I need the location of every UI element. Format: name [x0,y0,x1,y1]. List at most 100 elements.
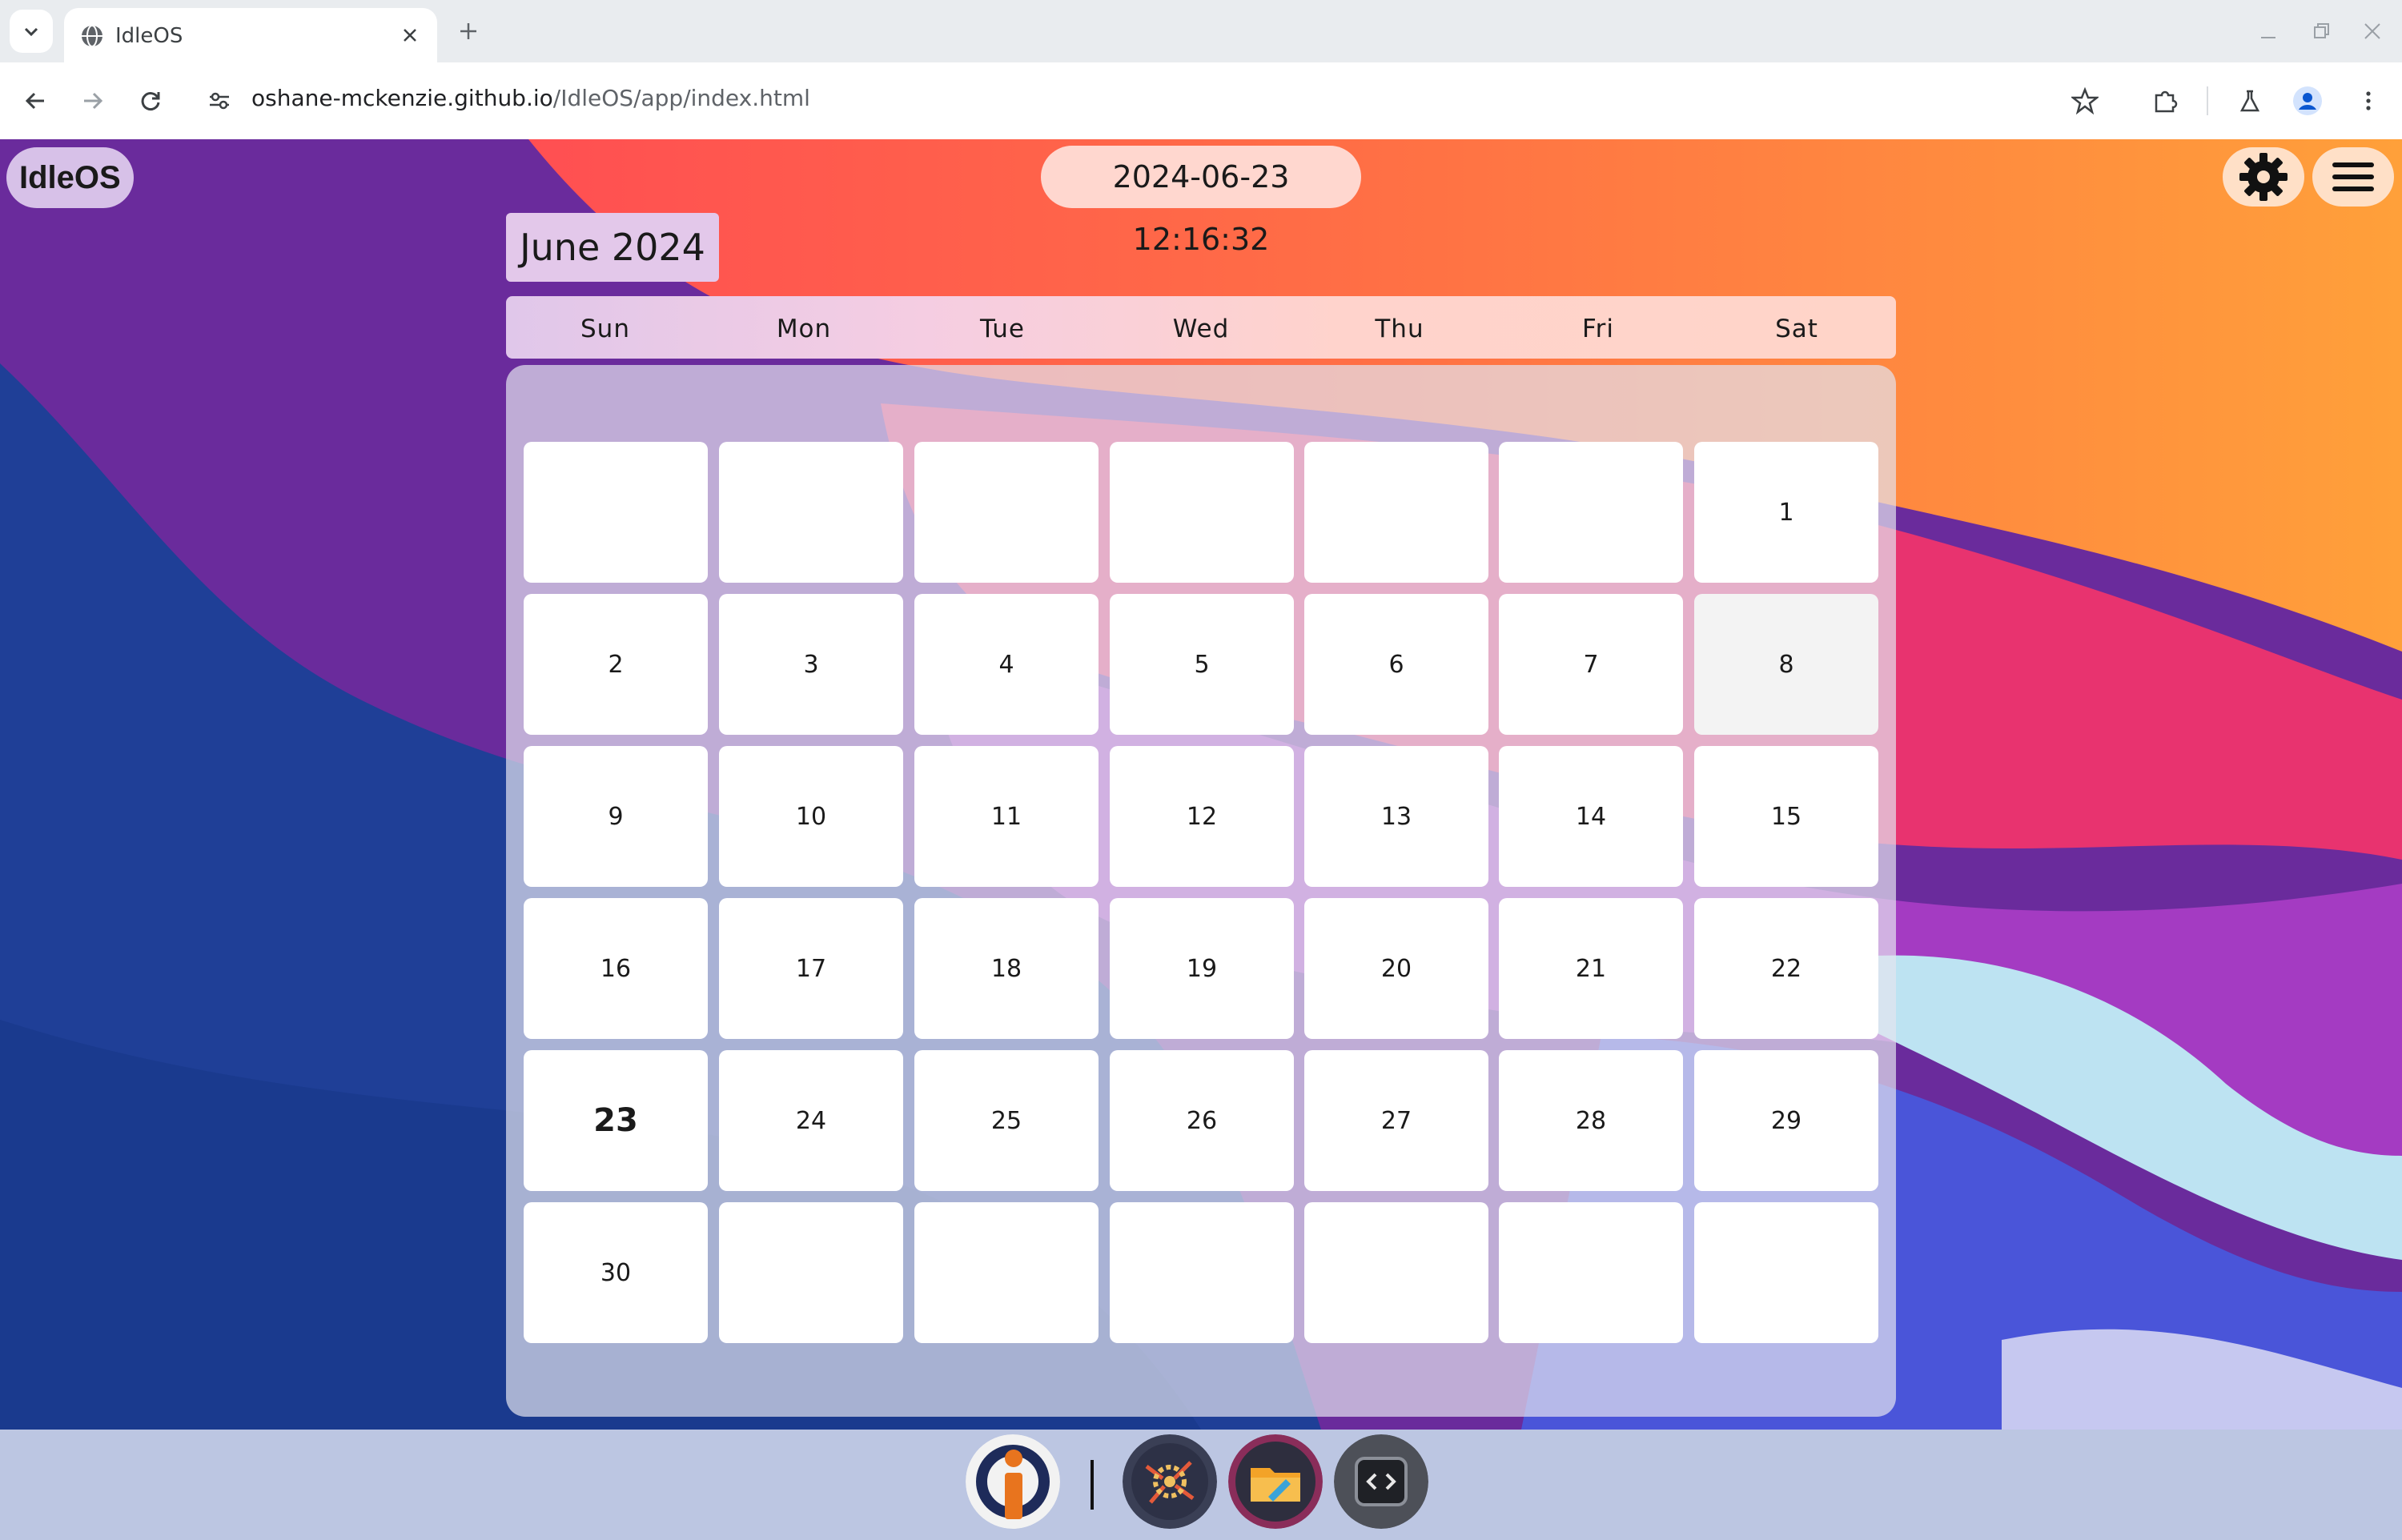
url-host: oshane-mckenzie.github.io [251,85,553,111]
reload-button[interactable] [131,82,170,120]
reload-icon [141,92,160,110]
calendar-empty-cell [1304,442,1488,583]
weekday-mon: Mon [776,315,832,343]
calendar-day-cell[interactable]: 18 [914,898,1099,1039]
calendar-day-cell[interactable]: 27 [1304,1050,1488,1191]
puzzle-icon [2155,90,2178,113]
calendar-day-cell[interactable]: 14 [1499,746,1683,887]
tab-title: IdleOS [115,24,183,48]
calendar-day-cell[interactable]: 11 [914,746,1099,887]
hamburger-menu-icon [2332,162,2374,191]
calendar-empty-cell [719,442,903,583]
calendar-day-cell[interactable]: 16 [524,898,708,1039]
settings-app-icon[interactable] [1123,1434,1217,1529]
calendar-day-cell[interactable]: 3 [719,594,903,735]
arrow-right-icon [84,92,103,110]
idleos-logo-icon[interactable] [966,1434,1060,1529]
forward-button[interactable] [74,82,112,120]
profile-button[interactable] [2288,82,2327,120]
calendar-day-cell[interactable]: 20 [1304,898,1488,1039]
labs-button[interactable] [2231,82,2269,120]
calendar-day-cell[interactable]: 1 [1694,442,1878,583]
calendar-day-cell[interactable]: 9 [524,746,708,887]
minimize-button[interactable] [2250,14,2287,48]
calendar-day-cell[interactable]: 17 [719,898,903,1039]
calendar-day-cell[interactable]: 30 [524,1202,708,1343]
arrow-left-icon [25,92,44,110]
calendar-empty-cell [1499,1202,1683,1343]
calendar-day-cell[interactable]: 15 [1694,746,1878,887]
extensions-button[interactable] [2146,82,2184,120]
calendar-day-cell[interactable]: 5 [1110,594,1294,735]
calendar-day-cell[interactable]: 2 [524,594,708,735]
calendar-day-cell[interactable]: 22 [1694,898,1878,1039]
weekday-sun: Sun [580,315,630,343]
calendar-weekday-header: Sun Mon Tue Wed Thu Fri Sat [506,296,1896,359]
calendar-day-cell[interactable]: 8 [1694,594,1878,735]
calendar-day-cell[interactable]: 7 [1499,594,1683,735]
calendar-day-cell[interactable]: 13 [1304,746,1488,887]
calendar-day-cell[interactable]: 24 [719,1050,903,1191]
weekday-sat: Sat [1775,315,1818,343]
avatar-icon [2293,86,2322,115]
calendar-empty-cell [1499,442,1683,583]
tune-icon [210,92,229,110]
weekday-tue: Tue [980,315,1025,343]
restore-icon [2314,23,2329,38]
calendar-day-cell[interactable]: 23 [524,1050,708,1191]
calendar-day-cell[interactable]: 26 [1110,1050,1294,1191]
url-path: /IdleOS/app/index.html [552,85,810,111]
restore-button[interactable] [2303,14,2340,48]
calendar-day-cell[interactable]: 28 [1499,1050,1683,1191]
minimize-icon [2261,37,2275,38]
calendar-day-cell[interactable]: 10 [719,746,903,887]
calendar-day-cell[interactable]: 25 [914,1050,1099,1191]
calendar-empty-cell [719,1202,903,1343]
system-clock: 2024-06-23 12:16:32 [1041,146,1361,257]
file-manager-icon[interactable] [1228,1434,1323,1529]
browser-tab[interactable]: IdleOS [64,8,437,64]
calendar-empty-cell [914,442,1099,583]
calendar-empty-cell [1304,1202,1488,1343]
toolbar-divider [2207,86,2208,115]
weekday-fri: Fri [1582,315,1614,343]
calendar-day-cell[interactable]: 21 [1499,898,1683,1039]
calendar-day-cell[interactable]: 29 [1694,1050,1878,1191]
tab-close-button[interactable] [397,22,423,48]
os-brand-label[interactable]: IdleOS [6,147,134,208]
calendar-day-cell[interactable]: 12 [1110,746,1294,887]
bookmark-button[interactable] [2066,82,2104,120]
calendar-day-grid: 1 2 3 4 5 6 7 8 9 10 11 12 13 14 15 16 17 18 19 20 21 22 23 24 2… [506,365,1896,1417]
browser-toolbar: oshane-mckenzie.github.io/IdleOS/app/ind… [0,62,2402,140]
browser-menu-button[interactable] [2349,82,2388,120]
browser-tabstrip: IdleOS [0,0,2402,64]
calendar-day-cell[interactable]: 19 [1110,898,1294,1039]
menu-button[interactable] [2312,147,2394,207]
tab-search-button[interactable] [10,10,53,53]
calendar-empty-cell [1694,1202,1878,1343]
star-icon [2071,87,2099,114]
chevron-down-icon [24,27,38,37]
close-icon [2364,23,2380,39]
new-tab-button[interactable] [452,14,485,48]
weekday-thu: Thu [1375,315,1424,343]
calendar-day-cell[interactable]: 6 [1304,594,1488,735]
back-button[interactable] [16,82,54,120]
close-window-button[interactable] [2354,14,2391,48]
calendar-empty-cell [1110,442,1294,583]
site-info-button[interactable] [200,82,239,120]
desktop: IdleOS 2024-06-23 12:16:32 June 2024 Sun… [0,139,2402,1430]
dock [0,1430,2402,1540]
calendar-empty-cell [914,1202,1099,1343]
settings-button[interactable] [2223,147,2304,207]
calendar-empty-cell [524,442,708,583]
globe-icon [82,25,102,47]
calendar-empty-cell [1110,1202,1294,1343]
address-bar[interactable]: oshane-mckenzie.github.io/IdleOS/app/ind… [251,85,810,111]
calendar-month-title: June 2024 [506,213,719,282]
dock-separator [1091,1460,1094,1510]
code-editor-icon[interactable] [1334,1434,1428,1529]
more-vertical-icon [2366,91,2371,110]
weekday-wed: Wed [1172,315,1230,343]
calendar-day-cell[interactable]: 4 [914,594,1099,735]
